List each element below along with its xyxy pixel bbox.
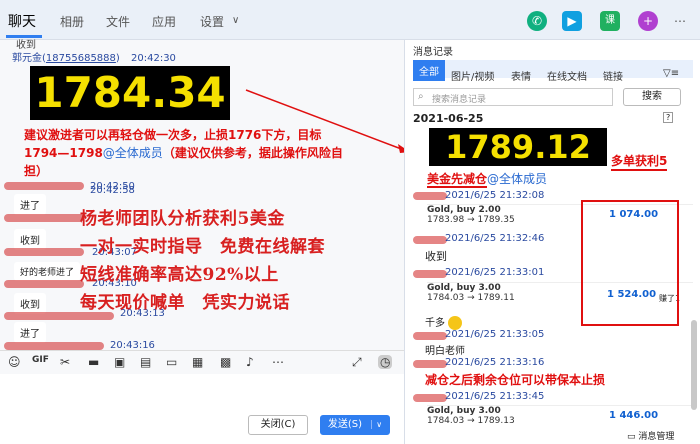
history-tab-emoji[interactable]: 表情 <box>511 68 531 83</box>
filter-icon[interactable]: ▽≡ <box>663 68 679 79</box>
history-time-6: 2021/6/25 21:33:45 <box>445 391 545 402</box>
profit-highlight-box <box>581 200 679 326</box>
redacted-name <box>413 236 447 244</box>
history-time-5: 2021/6/25 21:33:16 <box>445 357 545 368</box>
redacted-name <box>413 192 447 200</box>
redacted-name <box>413 270 447 278</box>
history-time-1: 2021/6/25 21:32:08 <box>445 190 545 201</box>
history-tab-links[interactable]: 链接 <box>603 68 623 83</box>
history-scrollbar[interactable] <box>691 320 697 410</box>
search-placeholder: 搜索消息记录 <box>432 95 487 105</box>
history-date: 2021-06-25 <box>413 112 484 125</box>
history-search-input[interactable]: ⌕ 搜索消息记录 <box>413 88 613 106</box>
history-msg-4: 明白老师 <box>425 346 465 357</box>
price-image-1789: 1789.12 <box>429 128 607 166</box>
history-msg-3: 千多 <box>425 314 463 330</box>
history-msg-2: 收到 <box>425 250 447 263</box>
trade-card-3: Gold, buy 3.00 1784.03 → 1789.13 1 446.0… <box>427 405 693 429</box>
profit-note: 多单获利5 <box>611 152 668 171</box>
manage-label: 消息管理 <box>638 432 675 442</box>
trade-1-title: Gold, buy 2.00 <box>427 205 501 215</box>
redacted-name <box>413 394 447 402</box>
redacted-name <box>413 332 447 340</box>
history-time-2: 2021/6/25 21:32:46 <box>445 233 545 244</box>
history-tab-media[interactable]: 图片/视频 <box>451 68 494 83</box>
trade-3-profit: 1 446.00 <box>609 410 659 421</box>
reduce-mention[interactable]: @全体成员 <box>487 172 547 186</box>
history-tab-all[interactable]: 全部 <box>413 60 445 81</box>
search-button[interactable]: 搜索 <box>623 88 681 106</box>
redacted-name <box>413 360 447 368</box>
trade-3-title: Gold, buy 3.00 <box>427 406 501 416</box>
grin-emoji-icon <box>448 316 463 330</box>
message-history-pane: 消息记录 全部 图片/视频 表情 在线文档 链接 ▽≡ ⌕ 搜索消息记录 搜索 … <box>404 40 700 444</box>
history-red-note: 减仓之后剩余仓位可以带保本止损 <box>425 373 606 387</box>
history-msg-3-text: 千多 <box>425 318 445 329</box>
manage-icon: ▭ <box>627 432 636 442</box>
calendar-icon[interactable]: ? <box>663 112 674 123</box>
trade-2-title: Gold, buy 3.00 <box>427 283 501 293</box>
message-manage-button[interactable]: ▭ 消息管理 <box>627 429 674 442</box>
search-icon: ⌕ <box>418 91 424 102</box>
reduce-text: 美金先减仓 <box>427 172 488 188</box>
reduce-note: 美金先减仓@全体成员 <box>427 170 547 188</box>
history-title: 消息记录 <box>413 47 453 58</box>
history-tab-docs[interactable]: 在线文档 <box>547 68 587 83</box>
history-time-4: 2021/6/25 21:33:05 <box>445 329 545 340</box>
history-time-3: 2021/6/25 21:33:01 <box>445 267 545 278</box>
